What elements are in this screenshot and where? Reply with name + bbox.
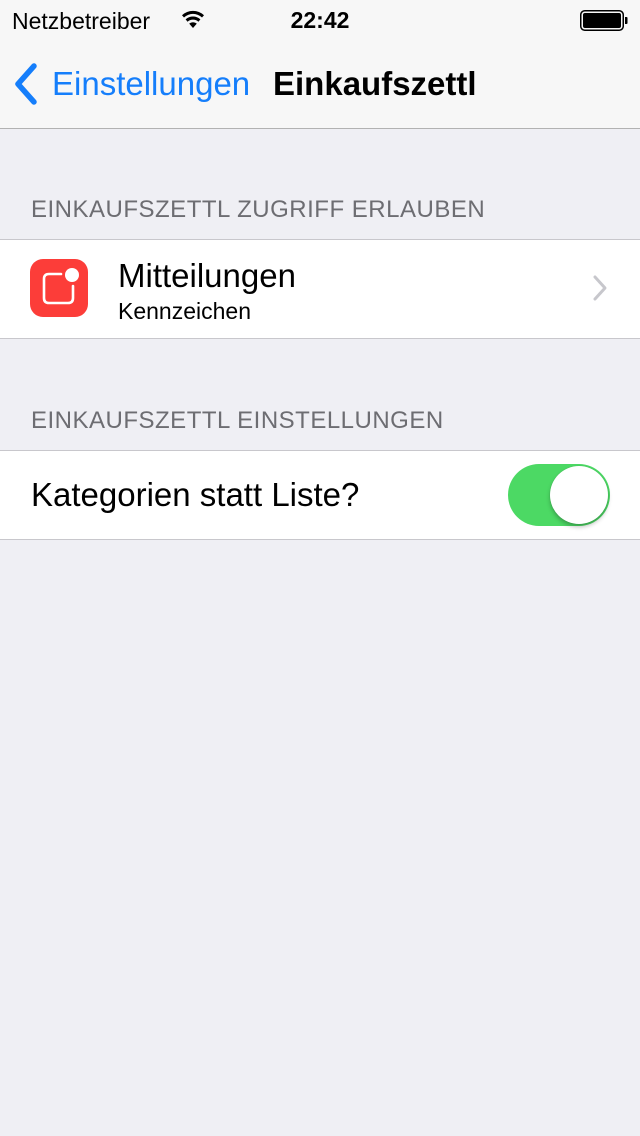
section-header-settings: EINKAUFSZETTL EINSTELLUNGEN: [31, 407, 444, 434]
row-subtitle-notifications: Kennzeichen: [118, 298, 251, 324]
back-button-label: Einstellungen: [52, 65, 251, 102]
page-title: Einkaufszettl: [273, 65, 477, 102]
status-time: 22:42: [290, 7, 350, 33]
status-bar: Netzbetreiber 22:42: [0, 0, 640, 40]
battery-icon: [580, 10, 628, 31]
notifications-icon: [30, 259, 88, 317]
row-title-notifications: Mitteilungen: [118, 257, 296, 294]
chevron-left-icon: [15, 63, 37, 105]
chevron-right-icon: [593, 275, 607, 301]
top-bar: Netzbetreiber 22:42 Einstellungen Einkau…: [0, 0, 640, 129]
section-header-access: EINKAUFSZETTL ZUGRIFF ERLAUBEN: [31, 196, 486, 223]
toggle-knob: [550, 466, 608, 524]
row-categories: Kategorien statt Liste?: [0, 451, 640, 539]
settings-group-access: Mitteilungen Kennzeichen: [0, 239, 640, 339]
back-button[interactable]: Einstellungen: [14, 62, 250, 106]
navigation-bar: Einstellungen Einkaufszettl: [0, 40, 640, 128]
categories-toggle[interactable]: [508, 464, 610, 526]
row-notifications[interactable]: Mitteilungen Kennzeichen: [0, 240, 640, 338]
settings-group-preferences: Kategorien statt Liste?: [0, 450, 640, 540]
toggle-label-categories: Kategorien statt Liste?: [31, 476, 360, 513]
